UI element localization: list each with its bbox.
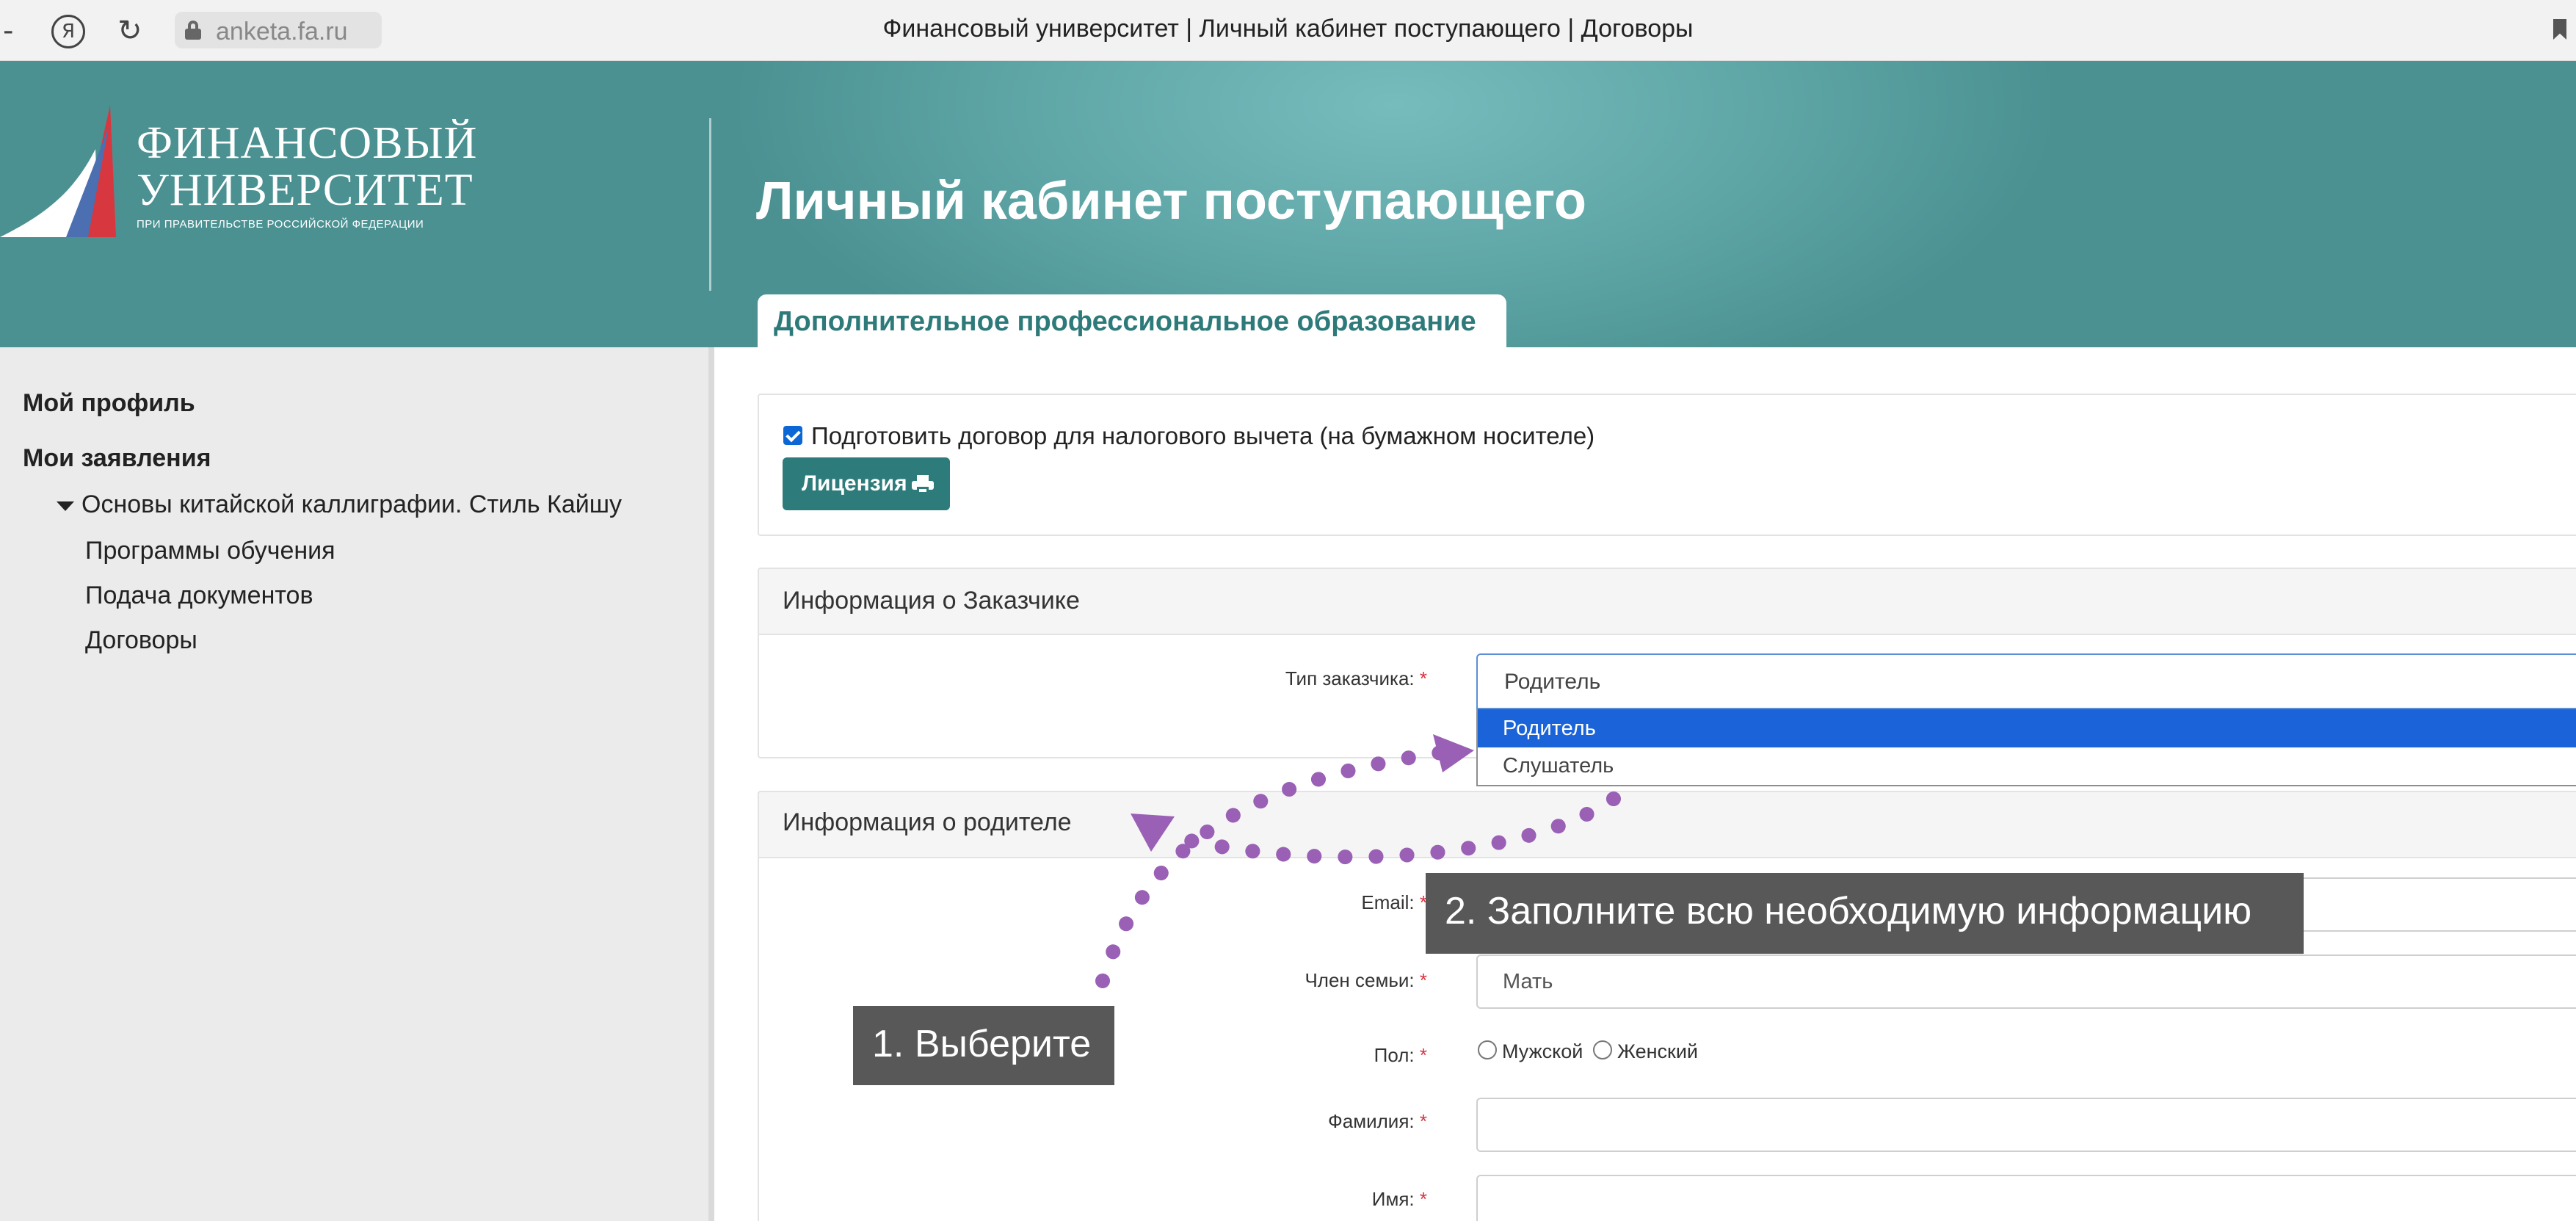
caret-down-icon (57, 501, 74, 511)
tab-additional-education[interactable]: Дополнительное профессиональное образова… (758, 294, 1506, 347)
customer-type-label: Тип заказчика: * (1285, 667, 1427, 689)
sidebar-item-documents[interactable]: Подача документов (85, 581, 313, 610)
tax-deduction-label: Подготовить договор для налогового вычет… (811, 422, 1595, 449)
gender-male-radio[interactable] (1478, 1040, 1497, 1059)
site-header: ФИНАНСОВЫЙ УНИВЕРСИТЕТ ПРИ ПРАВИТЕЛЬСТВЕ… (0, 61, 2576, 347)
step2-callout: 2. Заполните всю необходимую информацию (1426, 873, 2304, 954)
page-tab-title: Финансовый университет | Личный кабинет … (882, 15, 1694, 43)
sidebar-item-course[interactable]: Основы китайской каллиграфии. Стиль Кайш… (57, 490, 622, 519)
tax-deduction-checkbox[interactable] (783, 426, 802, 445)
browser-toolbar: - Я ↻ anketa.fa.ru Финансовый университе… (0, 0, 2576, 61)
gender-female-radio[interactable] (1593, 1040, 1612, 1059)
gender-male-label: Мужской (1502, 1040, 1583, 1062)
customer-panel-title: Информация о Заказчике (783, 587, 1080, 615)
parent-panel-header: Информация о родителе (758, 791, 2576, 858)
family-member-label: Член семьи: * (1305, 969, 1427, 991)
option-listener[interactable]: Слушатель (1478, 747, 2576, 784)
contract-panel (758, 394, 2576, 536)
email-label: Email: * (1361, 891, 1427, 913)
sidebar-item-applications[interactable]: Мои заявления (23, 444, 211, 473)
customer-type-select[interactable]: Родитель (1476, 653, 2576, 709)
gender-female-label: Женский (1617, 1040, 1699, 1062)
sidebar-divider (708, 347, 714, 1221)
option-parent[interactable]: Родитель (1478, 709, 2576, 747)
header-divider (709, 118, 711, 291)
sidebar (0, 347, 708, 1221)
name-label: Имя: * (1371, 1188, 1427, 1210)
sidebar-item-contracts[interactable]: Договоры (85, 626, 197, 655)
parent-panel-title: Информация о родителе (783, 808, 1072, 836)
license-button[interactable]: Лицензия (783, 457, 950, 510)
customer-panel-header: Информация о Заказчике (758, 568, 2576, 635)
customer-type-dropdown: Родитель Слушатель (1476, 709, 2576, 786)
sidebar-item-programs[interactable]: Программы обучения (85, 537, 335, 565)
printer-icon (911, 475, 934, 495)
sidebar-item-profile[interactable]: Мой профиль (23, 389, 195, 418)
surname-field[interactable] (1476, 1098, 2576, 1152)
gender-label: Пол: * (1374, 1044, 1427, 1066)
family-member-select[interactable]: Мать (1476, 954, 2576, 1009)
step1-callout: 1. Выберите (853, 1006, 1114, 1085)
name-field[interactable] (1476, 1175, 2576, 1221)
logo-text: ФИНАНСОВЫЙ УНИВЕРСИТЕТ ПРИ ПРАВИТЕЛЬСТВЕ… (137, 118, 478, 231)
surname-label: Фамилия: * (1328, 1110, 1427, 1132)
page-title: Личный кабинет поступающего (756, 172, 1586, 231)
